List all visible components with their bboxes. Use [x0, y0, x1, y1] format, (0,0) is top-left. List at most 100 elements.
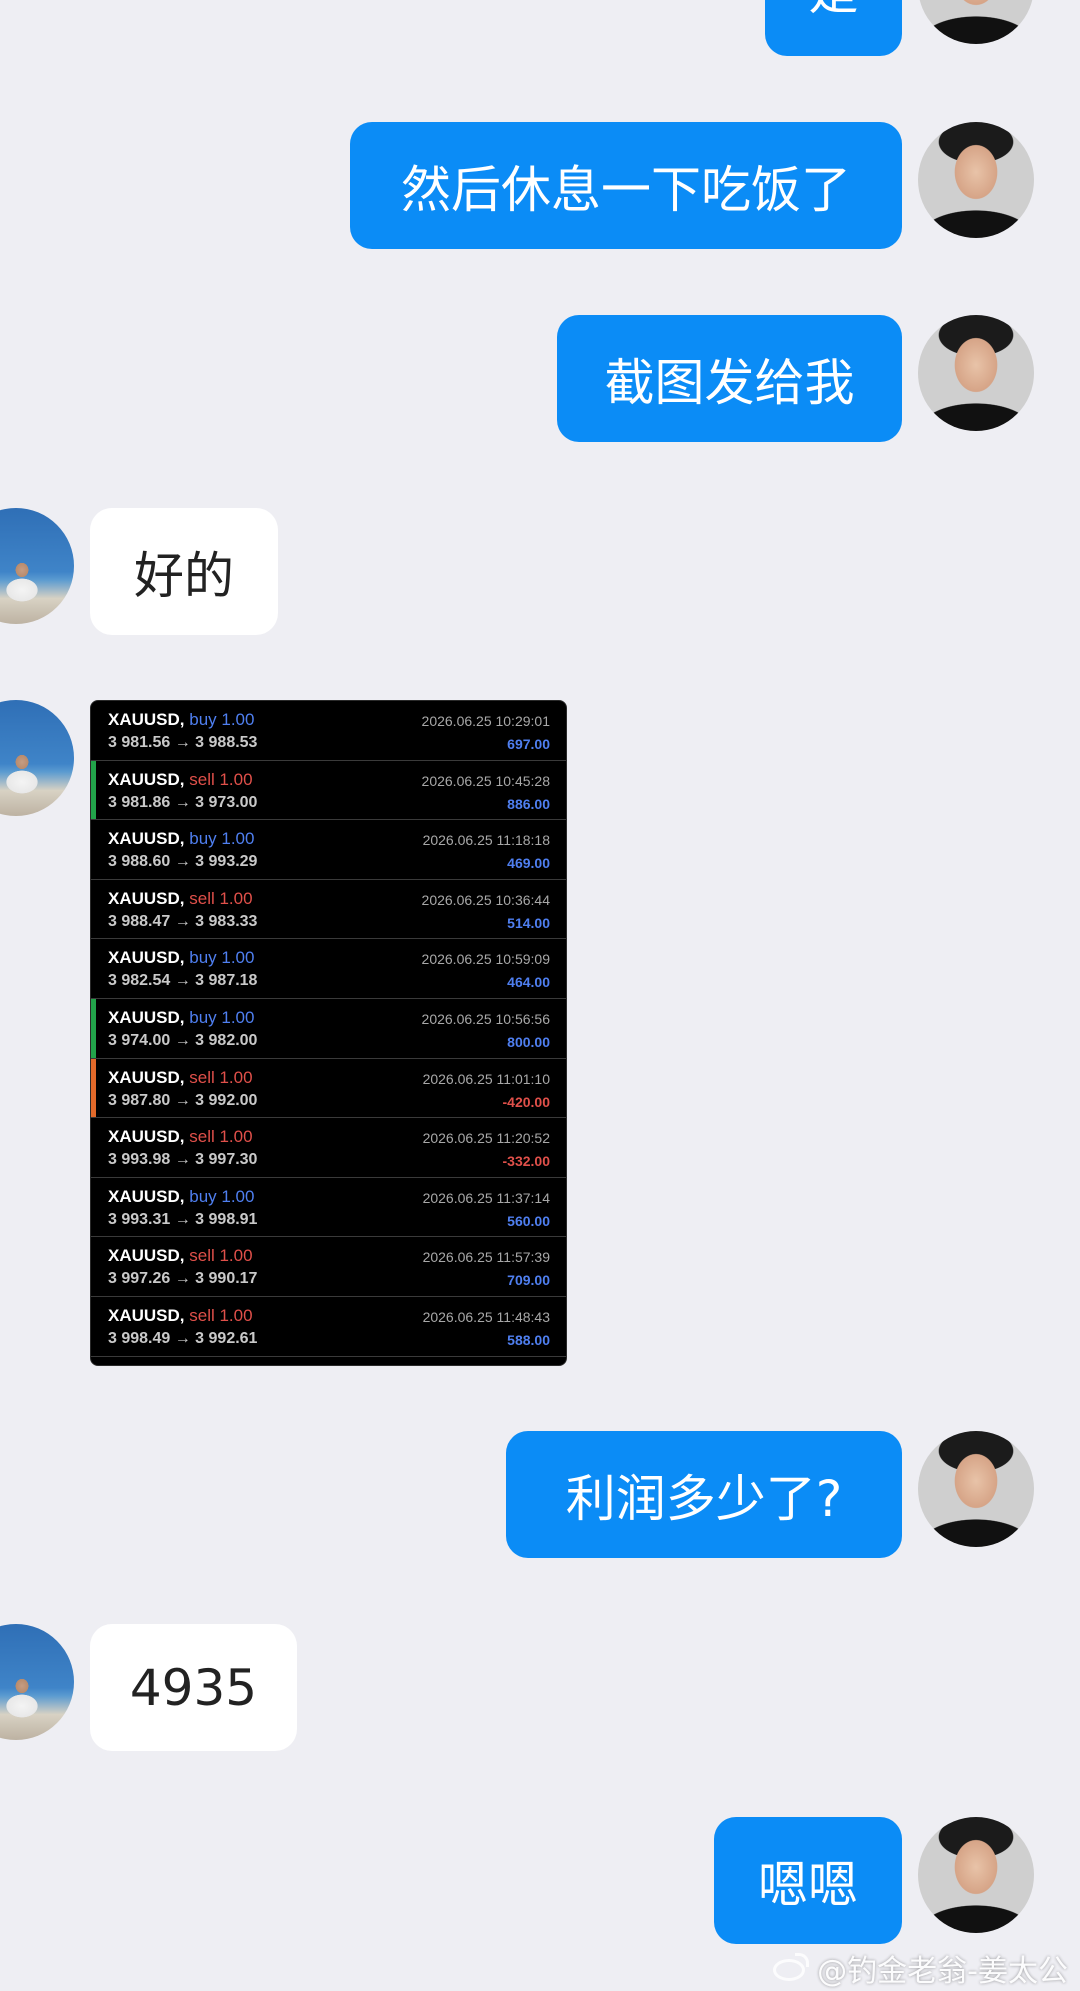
message-text: 4935 — [129, 1658, 258, 1717]
trade-symbol-text: XAUUSD, — [108, 710, 185, 729]
message-text: 然后休息一下吃饭了 — [401, 160, 851, 219]
trade-side: buy 1.00 — [189, 1007, 255, 1027]
trade-time: 2026.06.25 11:57:39 — [422, 1249, 550, 1266]
trade-profit: 514.00 — [507, 914, 550, 931]
trade-symbol: XAUUSD, buy 1.00 — [108, 1187, 254, 1207]
message-bubble-received[interactable]: 4935 — [90, 1624, 297, 1751]
trade-profit: 469.00 — [507, 855, 550, 872]
trade-row: XAUUSD, sell 1.00 3 998.49 → 3 992.61 2026… — [91, 1297, 566, 1357]
my-avatar[interactable] — [918, 0, 1034, 44]
trade-side: buy 1.00 — [189, 1186, 255, 1206]
message-bubble-sent[interactable]: 是 — [765, 0, 902, 56]
trade-edge-marker — [91, 820, 96, 879]
trade-edge-marker — [91, 1237, 96, 1296]
trade-time: 2026.06.25 10:45:28 — [421, 772, 550, 789]
trade-edge-marker — [91, 701, 96, 760]
my-avatar[interactable] — [918, 1431, 1034, 1547]
trade-symbol: XAUUSD, sell 1.00 — [108, 1306, 253, 1326]
trade-history-image[interactable]: XAUUSD, buy 1.00 3 981.56 → 3 988.53 2026.… — [90, 700, 567, 1366]
trade-symbol: XAUUSD, buy 1.00 — [108, 710, 254, 730]
trade-row: XAUUSD, sell 1.00 3 988.47 → 3 983.33 2026… — [91, 880, 566, 940]
trade-profit: -332.00 — [502, 1153, 550, 1170]
trade-row: XAUUSD, buy 1.00 3 974.00 → 3 982.00 2026.… — [91, 998, 566, 1059]
trade-row: XAUUSD, sell 1.00 3 993.98 → 3 997.30 2026… — [91, 1118, 566, 1178]
trade-symbol-text: XAUUSD, — [108, 1186, 185, 1206]
trade-side: sell 1.00 — [189, 1305, 253, 1325]
trade-profit: 464.00 — [507, 974, 550, 991]
trade-symbol-text: XAUUSD, — [108, 1007, 185, 1027]
trade-side: sell 1.00 — [189, 769, 253, 789]
trade-symbol-text: XAUUSD, — [108, 1127, 185, 1147]
trade-edge-marker — [91, 1118, 96, 1177]
trade-profit: 886.00 — [507, 795, 550, 812]
trade-edge-marker — [91, 1297, 96, 1356]
trade-edge-marker — [91, 760, 96, 820]
message-bubble-sent[interactable]: 截图发给我 — [557, 315, 902, 442]
message-bubble-received[interactable]: 好的 — [90, 508, 278, 635]
trade-prices: 3 997.26 → 3 990.17 — [108, 1270, 258, 1288]
trade-symbol-text: XAUUSD, — [108, 1067, 185, 1087]
trade-time: 2026.06.25 11:48:43 — [422, 1308, 550, 1325]
trade-time: 2026.06.25 11:37:14 — [422, 1189, 550, 1206]
trade-symbol: XAUUSD, sell 1.00 — [108, 1246, 253, 1266]
trade-profit: 709.00 — [507, 1272, 550, 1289]
trade-prices: 3 974.00 → 3 982.00 — [108, 1031, 258, 1049]
trade-prices: 3 988.47 → 3 983.33 — [108, 912, 258, 930]
message-bubble-sent[interactable]: 嗯嗯 — [714, 1817, 902, 1944]
trade-symbol: XAUUSD, sell 1.00 — [108, 1127, 253, 1147]
trade-side: buy 1.00 — [189, 710, 255, 729]
trade-side: buy 1.00 — [189, 948, 255, 968]
contact-avatar[interactable] — [0, 700, 74, 816]
contact-avatar[interactable] — [0, 508, 74, 624]
watermark: @钓金老翁-姜太公 — [771, 1946, 1068, 1990]
message-text: 利润多少了? — [565, 1469, 843, 1528]
trade-side: sell 1.00 — [189, 1127, 253, 1147]
contact-avatar[interactable] — [0, 1624, 74, 1740]
trade-symbol: XAUUSD, sell 1.00 — [108, 770, 253, 790]
trade-row: XAUUSD, sell 1.00 3 997.26 → 3 990.17 2026… — [91, 1237, 566, 1297]
trade-symbol-text: XAUUSD, — [108, 888, 185, 908]
trade-row: XAUUSD, buy 1.00 3 993.31 → 3 998.91 2026.… — [91, 1178, 566, 1238]
trade-profit: 588.00 — [507, 1331, 550, 1348]
trade-row: XAUUSD, buy 1.00 3 982.54 → 3 987.18 2026.… — [91, 939, 566, 999]
trade-symbol: XAUUSD, buy 1.00 — [108, 829, 254, 849]
trade-symbol: XAUUSD, buy 1.00 — [108, 948, 254, 968]
trade-symbol-text: XAUUSD, — [108, 1305, 185, 1325]
trade-row: XAUUSD, buy 1.00 3 981.56 → 3 988.53 2026.… — [91, 701, 566, 761]
trade-time: 2026.06.25 11:18:18 — [422, 832, 550, 849]
trade-prices: 3 993.31 → 3 998.91 — [108, 1210, 258, 1228]
trade-time: 2026.06.25 11:20:52 — [422, 1130, 550, 1147]
my-avatar[interactable] — [918, 1817, 1034, 1933]
message-bubble-sent[interactable]: 然后休息一下吃饭了 — [350, 122, 902, 249]
trade-prices: 3 982.54 → 3 987.18 — [108, 972, 258, 990]
trade-prices: 3 998.49 → 3 992.61 — [108, 1329, 258, 1347]
trade-row: XAUUSD, sell 1.00 3 981.86 → 3 973.00 2026… — [91, 760, 566, 821]
trade-edge-marker — [91, 880, 96, 939]
trade-time: 2026.06.25 10:29:01 — [421, 713, 550, 729]
trade-side: sell 1.00 — [189, 1246, 253, 1266]
trade-edge-marker — [91, 1178, 96, 1237]
trade-prices: 3 987.80 → 3 992.00 — [108, 1091, 258, 1109]
watermark-text: @钓金老翁-姜太公 — [817, 1954, 1068, 1989]
trade-edge-marker — [91, 1058, 96, 1118]
trade-row: XAUUSD, sell 1.00 3 987.80 → 3 992.00 2026… — [91, 1058, 566, 1119]
trade-prices: 3 993.98 → 3 997.30 — [108, 1151, 258, 1169]
trade-side: buy 1.00 — [189, 829, 255, 849]
trade-time: 2026.06.25 10:36:44 — [421, 891, 550, 908]
trade-symbol: XAUUSD, sell 1.00 — [108, 889, 253, 909]
trade-prices: 3 981.56 → 3 988.53 — [108, 734, 258, 751]
trade-symbol: XAUUSD, sell 1.00 — [108, 1068, 253, 1088]
trade-symbol-text: XAUUSD, — [108, 1246, 185, 1266]
trade-symbol-text: XAUUSD, — [108, 769, 185, 789]
message-text: 嗯嗯 — [758, 1855, 858, 1914]
message-text: 好的 — [134, 546, 234, 605]
trade-time: 2026.06.25 10:59:09 — [421, 951, 550, 968]
trade-symbol-text: XAUUSD, — [108, 948, 185, 968]
trade-profit: 800.00 — [507, 1033, 550, 1050]
weibo-icon — [771, 1953, 811, 1983]
trade-row: XAUUSD, buy 1.00 3 988.60 → 3 993.29 2026.… — [91, 820, 566, 880]
message-text: 截图发给我 — [604, 353, 855, 412]
my-avatar[interactable] — [918, 122, 1034, 238]
message-bubble-sent[interactable]: 利润多少了? — [506, 1431, 902, 1558]
my-avatar[interactable] — [918, 315, 1034, 431]
